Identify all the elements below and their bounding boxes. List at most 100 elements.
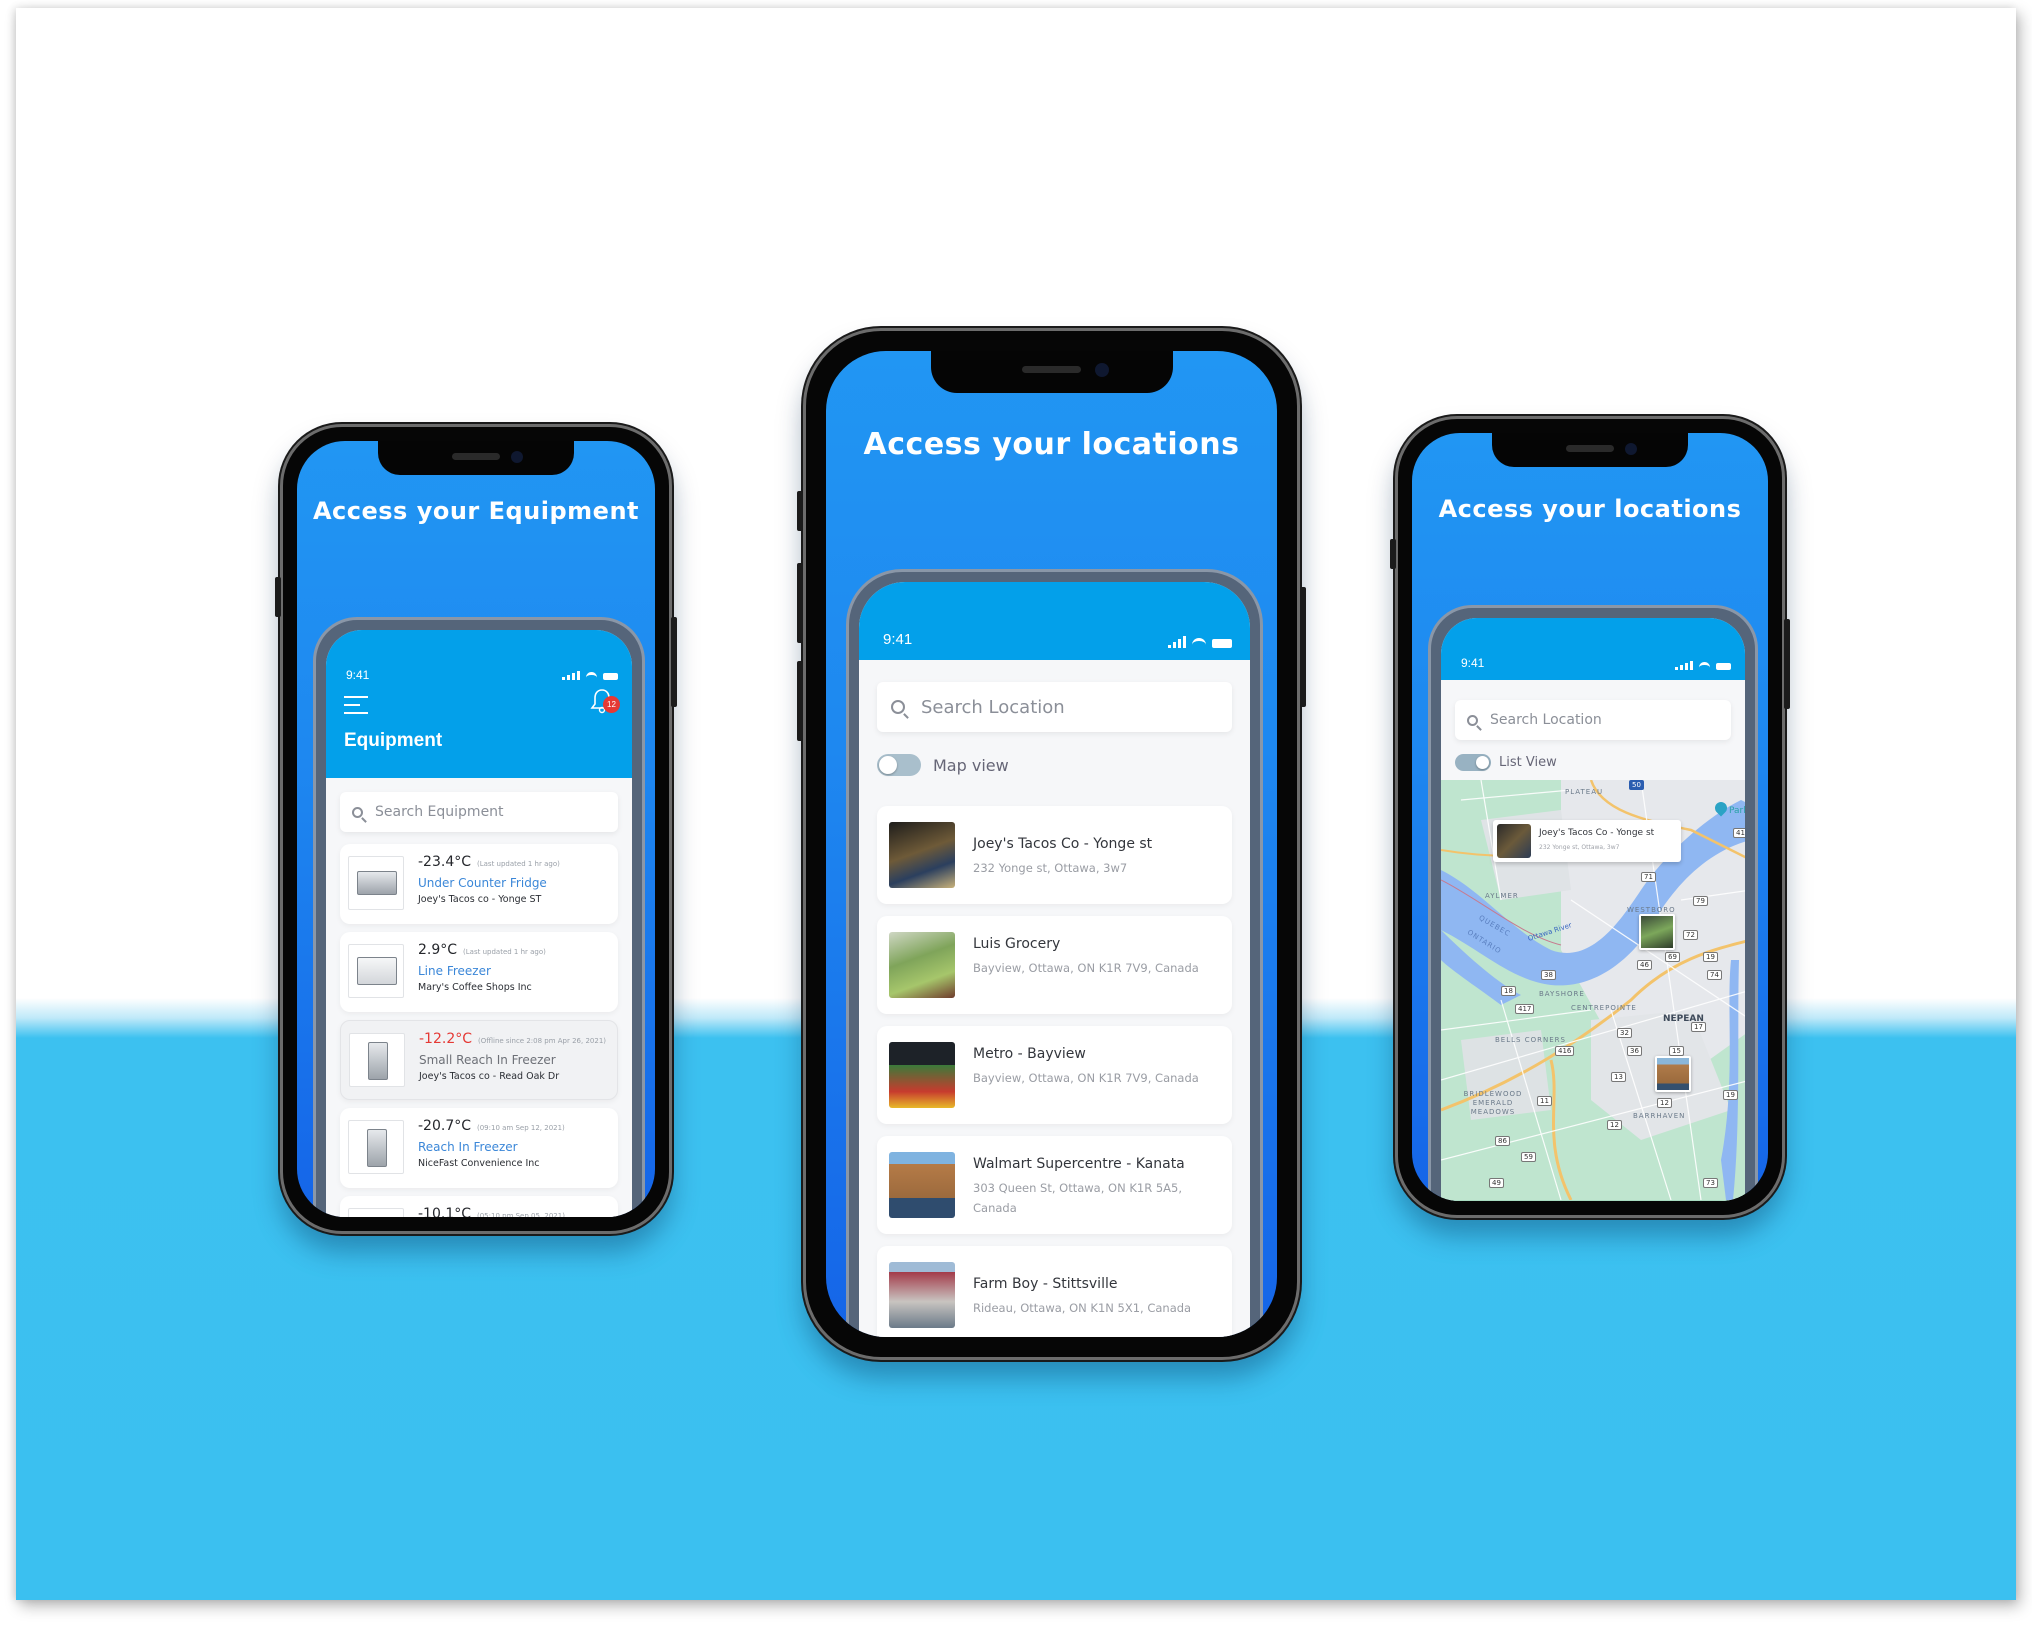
location-photo — [889, 1152, 955, 1218]
route-shield: 19 — [1703, 952, 1718, 962]
temperature-value: 2.9°C — [418, 942, 458, 958]
left-promo-screen: Access your Equipment 9:41 12 Equipment … — [297, 441, 655, 1217]
signal-icon — [562, 670, 580, 680]
location-name[interactable]: Walmart Supercentre - Kanata — [973, 1156, 1185, 1172]
equipment-photo — [348, 856, 404, 910]
equipment-name[interactable]: Reach In Freezer — [418, 1140, 518, 1154]
route-shield: 38 — [1541, 970, 1556, 980]
location-name[interactable]: Metro - Bayview — [973, 1046, 1086, 1062]
location-card[interactable]: Walmart Supercentre - Kanata 303 Queen St… — [877, 1136, 1232, 1234]
location-card[interactable]: Metro - Bayview Bayview, Ottawa, ON K1R 7… — [877, 1026, 1232, 1124]
inner-phone-frame: 9:41 Search Location Map view Joey's Tac… — [846, 569, 1263, 1337]
location-name[interactable]: Farm Boy - Stittsville — [973, 1276, 1117, 1292]
equipment-temperature: -23.4°C (Last updated 1 hr ago) — [418, 854, 560, 870]
map-location-marker[interactable] — [1655, 1056, 1691, 1092]
search-equipment-input[interactable]: Search Equipment — [340, 792, 618, 832]
status-icons — [562, 670, 618, 680]
battery-icon — [1716, 663, 1731, 670]
location-photo — [889, 1042, 955, 1108]
location-name[interactable]: Joey's Tacos Co - Yonge st — [973, 836, 1152, 852]
middle-promo-screen: Access your locations 9:41 Search Locati… — [826, 351, 1277, 1337]
inner-phone-frame: 9:41 12 Equipment Search Equipment -23.4… — [313, 617, 645, 1217]
right-promo-screen: Access your locations 9:41 Search Locati… — [1412, 433, 1768, 1201]
route-shield: 15 — [1669, 1046, 1684, 1056]
side-button — [671, 617, 677, 707]
left-phone-mockup: Access your Equipment 9:41 12 Equipment … — [275, 424, 677, 1234]
map-label: PLATEAU — [1565, 788, 1604, 796]
search-icon — [1467, 714, 1478, 726]
map-label: BARRHAVEN — [1633, 1112, 1686, 1120]
status-icons — [1168, 636, 1232, 648]
search-icon — [891, 700, 905, 714]
equipment-photo — [348, 1120, 404, 1174]
equipment-card[interactable]: -12.2°C (Offline since 2:08 pm Apr 26, 20… — [340, 1020, 618, 1100]
route-shield: 12 — [1657, 1098, 1672, 1108]
equipment-location: Mary's Coffee Shops Inc — [418, 982, 532, 993]
status-time: 9:41 — [883, 631, 913, 648]
map-location-popup[interactable]: Joey's Tacos Co - Yonge st 232 Yonge st,… — [1493, 820, 1681, 862]
inner-phone-frame: 9:41 Search Location List View PLATEAU A… — [1428, 605, 1758, 1201]
search-location-input[interactable]: Search Location — [1455, 700, 1731, 740]
route-shield: 50 — [1629, 780, 1644, 790]
search-location-input[interactable]: Search Location — [877, 682, 1232, 732]
wifi-icon — [1699, 662, 1710, 670]
promo-title: Access your Equipment — [312, 497, 640, 525]
map-location-marker[interactable] — [1639, 914, 1675, 950]
route-shield: 86 — [1495, 1136, 1510, 1146]
promo-title: Access your locations — [863, 427, 1240, 462]
notch — [1492, 433, 1688, 467]
route-shield: 72 — [1683, 930, 1698, 940]
status-time: 9:41 — [346, 668, 370, 682]
equipment-name[interactable]: Under Counter Fridge — [418, 876, 547, 890]
fridge-icon — [357, 957, 397, 985]
route-shield: 59 — [1521, 1152, 1536, 1162]
route-shield: 74 — [1707, 970, 1722, 980]
location-card[interactable]: Farm Boy - Stittsville Rideau, Ottawa, ON… — [877, 1246, 1232, 1337]
location-photo — [889, 822, 955, 888]
map-label: AYLMER — [1485, 892, 1519, 900]
equipment-card[interactable]: -23.4°C (Last updated 1 hr ago) Under Coun… — [340, 844, 618, 924]
last-updated: (09:10 am Sep 12, 2021) — [477, 1124, 565, 1132]
location-card[interactable]: Luis Grocery Bayview, Ottawa, ON K1R 7V9,… — [877, 916, 1232, 1014]
route-shield: 11 — [1537, 1096, 1552, 1106]
route-shield: 32 — [1617, 1028, 1632, 1038]
bell-icon[interactable]: 12 — [590, 688, 620, 714]
wifi-icon — [586, 671, 597, 680]
route-shield: 49 — [1489, 1178, 1504, 1188]
location-name[interactable]: Luis Grocery — [973, 936, 1060, 952]
status-icons — [1675, 661, 1731, 670]
equipment-card[interactable]: -10.1°C (05:10 pm Sep 05, 2021) — [340, 1196, 618, 1217]
equipment-location: NiceFast Convenience Inc — [418, 1158, 540, 1169]
route-shield: 417 — [1515, 1004, 1535, 1014]
route-shield: 19 — [1723, 1090, 1738, 1100]
list-view-toggle-row[interactable]: List View — [1455, 754, 1557, 771]
temperature-value: -20.7°C — [418, 1118, 471, 1134]
app-header: 9:41 12 Equipment — [326, 630, 632, 778]
side-button — [797, 661, 803, 741]
route-shield: 417 — [1733, 828, 1745, 838]
equipment-photo — [349, 1033, 405, 1087]
equipment-photo — [348, 1208, 404, 1217]
hamburger-menu-icon[interactable] — [344, 696, 368, 714]
map-view-toggle-row[interactable]: Map view — [877, 754, 1009, 776]
list-view-toggle[interactable] — [1455, 754, 1491, 771]
location-photo — [1497, 824, 1531, 858]
equipment-card[interactable]: -20.7°C (09:10 am Sep 12, 2021) Reach In F… — [340, 1108, 618, 1188]
route-shield: 17 — [1691, 1022, 1706, 1032]
equipment-card[interactable]: 2.9°C (Last updated 1 hr ago) Line Freezer… — [340, 932, 618, 1012]
equipment-location: Joey's Tacos co - Read Oak Dr — [419, 1071, 560, 1082]
temperature-value: -10.1°C — [418, 1206, 471, 1217]
fridge-icon — [367, 1129, 387, 1167]
last-updated: (Last updated 1 hr ago) — [463, 948, 546, 956]
location-card[interactable]: Joey's Tacos Co - Yonge st 232 Yonge st, … — [877, 806, 1232, 904]
equipment-location: Joey's Tacos co - Yonge ST — [418, 894, 542, 905]
map-view-toggle[interactable] — [877, 754, 921, 776]
locations-map[interactable]: PLATEAU AYLMER QUEBEC ONTARIO Ottawa Riv… — [1441, 780, 1745, 1201]
list-view-label: List View — [1499, 755, 1557, 770]
camera-icon — [511, 450, 524, 463]
equipment-name[interactable]: Line Freezer — [418, 964, 491, 978]
route-shield: 18 — [1501, 986, 1516, 996]
signal-icon — [1168, 636, 1186, 648]
equipment-name[interactable]: Small Reach In Freezer — [419, 1053, 556, 1067]
side-button — [275, 577, 281, 617]
